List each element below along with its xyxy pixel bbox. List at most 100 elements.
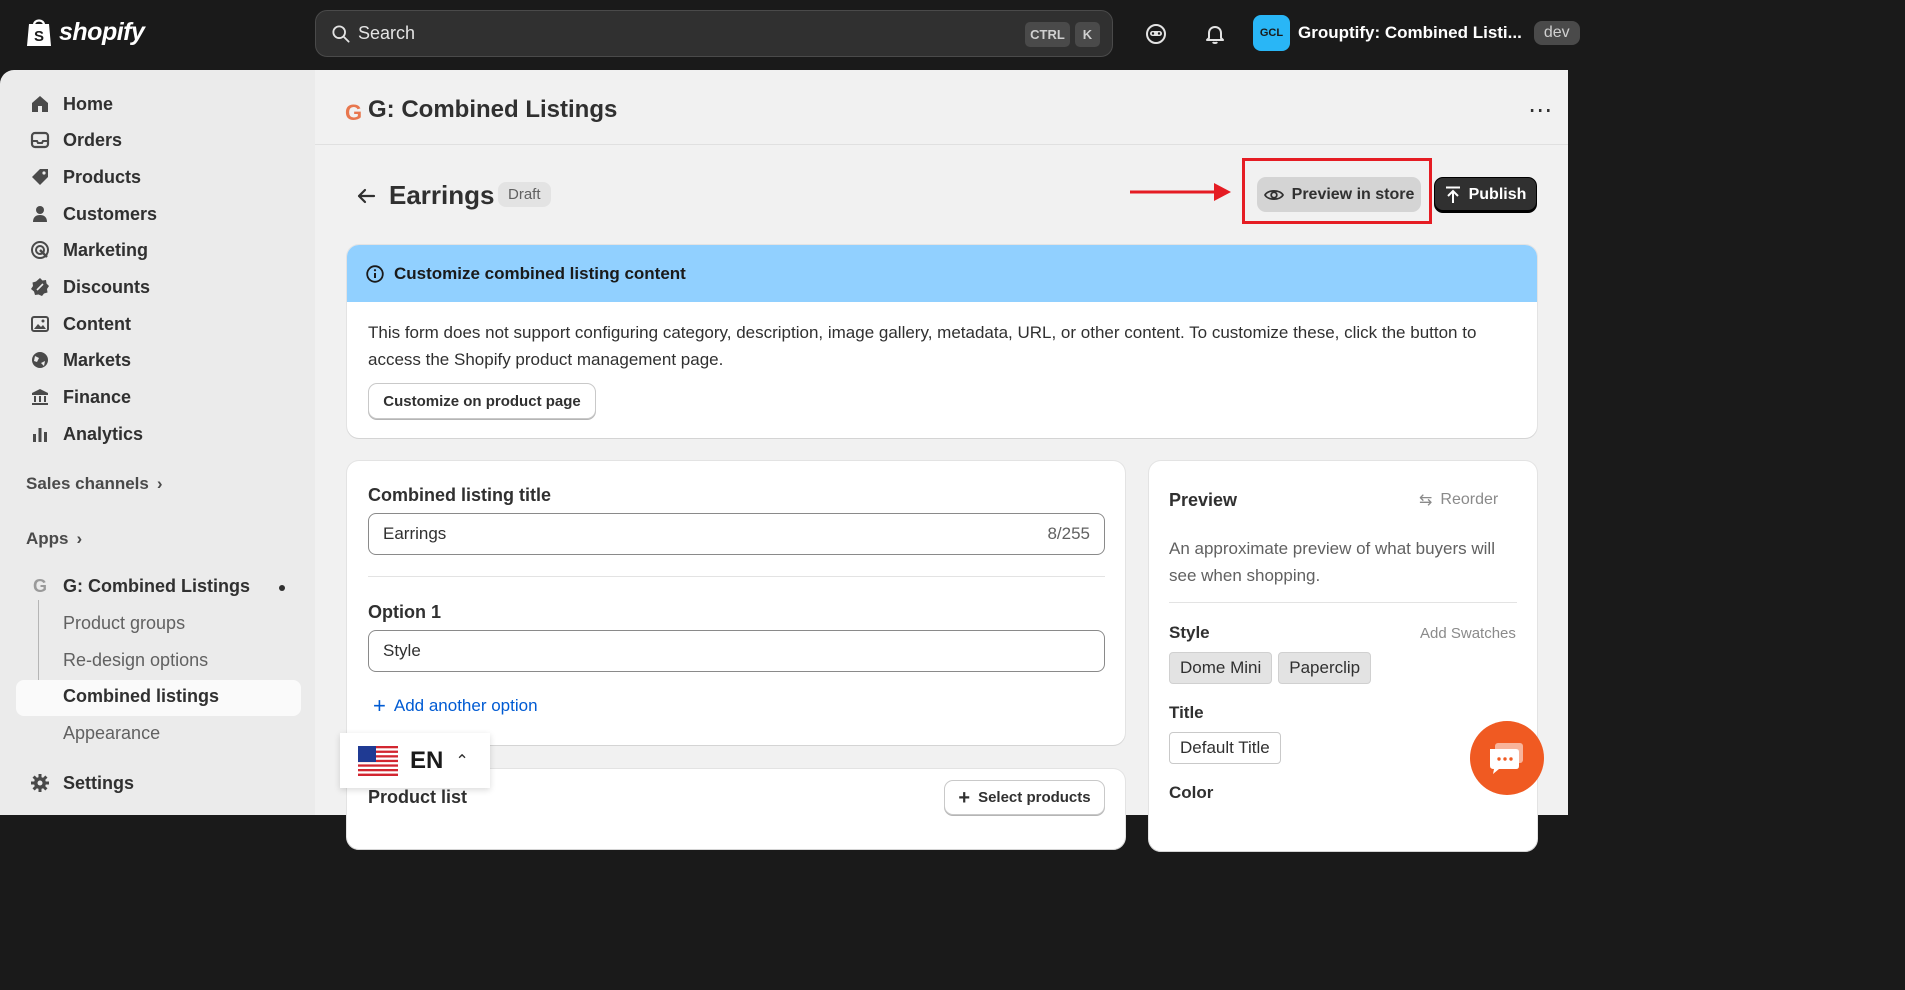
status-badge: Draft <box>498 182 551 207</box>
color-label: Color <box>1169 783 1214 802</box>
sidebar-subitem-redesign-options[interactable]: Re-design options <box>63 650 208 671</box>
style-label: Style <box>1169 623 1210 642</box>
sidebar-item-label: Discounts <box>63 276 151 297</box>
more-actions-button[interactable]: ⋯ <box>1528 96 1553 125</box>
app-logo-icon: G <box>345 100 363 125</box>
dev-badge: dev <box>1533 21 1580 45</box>
style-option-chip[interactable]: Paperclip <box>1278 652 1372 684</box>
page-title: Earrings <box>389 180 495 210</box>
inbox-icon <box>30 131 50 149</box>
sidebar-subitem-product-groups[interactable]: Product groups <box>63 613 185 634</box>
title-label: Combined listing title <box>368 485 551 505</box>
preview-description: An approximate preview of what buyers wi… <box>1169 539 1495 585</box>
sidebar-item-finance[interactable]: Finance <box>16 379 301 415</box>
sidebar-item-marketing[interactable]: Marketing <box>16 232 301 268</box>
reorder-label: Reorder <box>1440 491 1499 508</box>
search-input[interactable] <box>358 23 958 44</box>
option1-label: Option 1 <box>368 602 441 622</box>
preview-card: Preview ⇆ Reorder An approximate preview… <box>1149 461 1537 851</box>
listing-form-card: Combined listing title Earrings 8/255 Op… <box>347 461 1125 745</box>
sidekick-icon[interactable] <box>1144 22 1168 46</box>
sidebar-item-home[interactable]: Home <box>16 86 301 122</box>
shortcut-k-key: K <box>1075 22 1100 47</box>
add-swatches-link[interactable]: Add Swatches <box>1420 625 1516 642</box>
sidebar-item-discounts[interactable]: Discounts <box>16 269 301 305</box>
swap-icon: ⇆ <box>1419 492 1433 509</box>
sidebar-subitem-combined-listings[interactable]: Combined listings <box>63 686 219 707</box>
app-g-icon: G <box>32 575 47 596</box>
product-list-label: Product list <box>368 787 468 807</box>
language-selector[interactable]: EN ⌃ <box>340 733 490 788</box>
search-bar[interactable]: CTRL K <box>315 10 1113 57</box>
language-code: EN <box>410 746 444 774</box>
svg-text:S: S <box>34 28 44 45</box>
back-arrow-icon[interactable] <box>355 185 377 207</box>
apps-label: Apps <box>26 529 69 548</box>
top-bar: S shopify CTRL K GCL Grouptify: Combined… <box>0 0 1580 70</box>
chevron-right-icon: › <box>156 474 163 493</box>
app-header: G G: Combined Listings ⋯ <box>315 70 1568 145</box>
annotation-arrow-icon <box>1130 183 1231 201</box>
info-icon <box>366 264 384 283</box>
globe-icon <box>32 352 48 368</box>
store-switcher[interactable]: GCL Grouptify: Combined Listi... dev <box>1253 15 1580 51</box>
reorder-button[interactable]: ⇆ Reorder <box>1419 490 1498 510</box>
customize-on-product-page-button[interactable]: Customize on product page <box>368 383 596 419</box>
chevron-right-icon: › <box>76 529 83 548</box>
apps-link[interactable]: Apps › <box>26 529 82 549</box>
char-count: 8/255 <box>1047 524 1090 543</box>
app-title: G: Combined Listings <box>368 96 618 123</box>
sidebar-item-analytics[interactable]: Analytics <box>16 416 301 452</box>
target-icon <box>31 241 49 259</box>
sidebar-item-orders[interactable]: Orders <box>16 122 301 158</box>
sidebar-item-label: Products <box>63 166 142 187</box>
preview-in-store-button[interactable]: Preview in store <box>1257 177 1421 212</box>
sidebar-item-label: Orders <box>63 129 123 150</box>
sidebar-item-customers[interactable]: Customers <box>16 196 301 232</box>
sales-channels-link[interactable]: Sales channels › <box>26 474 163 494</box>
publish-button[interactable]: Publish <box>1434 177 1537 213</box>
preview-heading: Preview <box>1169 490 1238 510</box>
sidebar-item-products[interactable]: Products <box>16 159 301 195</box>
search-icon <box>332 24 350 43</box>
title-option-chip[interactable]: Default Title <box>1169 732 1281 764</box>
shopping-bag-icon: S <box>27 19 51 46</box>
select-products-label: Select products <box>978 789 1091 806</box>
banner-body: This form does not support configuring c… <box>347 302 1537 436</box>
home-icon <box>32 96 48 112</box>
chevron-up-icon: ⌃ <box>455 752 469 770</box>
sidebar-item-label: Analytics <box>63 423 144 444</box>
bank-icon <box>32 389 48 405</box>
sidebar-item-label: Finance <box>63 386 132 407</box>
sidebar-item-settings[interactable]: Settings <box>16 765 301 801</box>
banner-header: Customize combined listing content <box>347 245 1537 302</box>
shopify-logo[interactable]: S shopify <box>25 16 145 48</box>
upload-icon <box>1445 186 1460 203</box>
person-icon <box>33 206 47 222</box>
add-option-label: Add another option <box>393 696 538 715</box>
chat-widget-button[interactable] <box>1470 721 1544 795</box>
store-avatar: GCL <box>1253 15 1290 51</box>
sidebar-item-label: Customers <box>63 203 158 224</box>
chat-icon <box>1490 743 1523 774</box>
us-flag-icon <box>358 745 398 776</box>
sidebar-item-app[interactable]: G G: Combined Listings <box>16 568 301 604</box>
title-options: Default Title <box>1169 732 1281 764</box>
tag-icon <box>32 169 48 185</box>
bell-icon[interactable] <box>1203 22 1227 46</box>
preview-label: Preview in store <box>1291 185 1415 203</box>
title-field[interactable]: Earrings 8/255 <box>368 513 1105 555</box>
sidebar-item-label: Markets <box>63 349 132 370</box>
select-products-button[interactable]: + Select products <box>944 780 1105 815</box>
option1-field[interactable]: Style <box>368 630 1105 672</box>
divider <box>368 576 1105 577</box>
sidebar-subitem-appearance[interactable]: Appearance <box>63 723 160 744</box>
plus-icon: + <box>958 786 971 809</box>
pinned-dot <box>279 585 285 591</box>
sidebar-item-markets[interactable]: Markets <box>16 342 301 378</box>
style-option-chip[interactable]: Dome Mini <box>1169 652 1273 684</box>
add-another-option-link[interactable]: + Add another option <box>373 695 538 717</box>
sidebar-item-label: Content <box>63 313 131 334</box>
bar-chart-icon <box>33 428 47 442</box>
sidebar-item-content[interactable]: Content <box>16 306 301 342</box>
